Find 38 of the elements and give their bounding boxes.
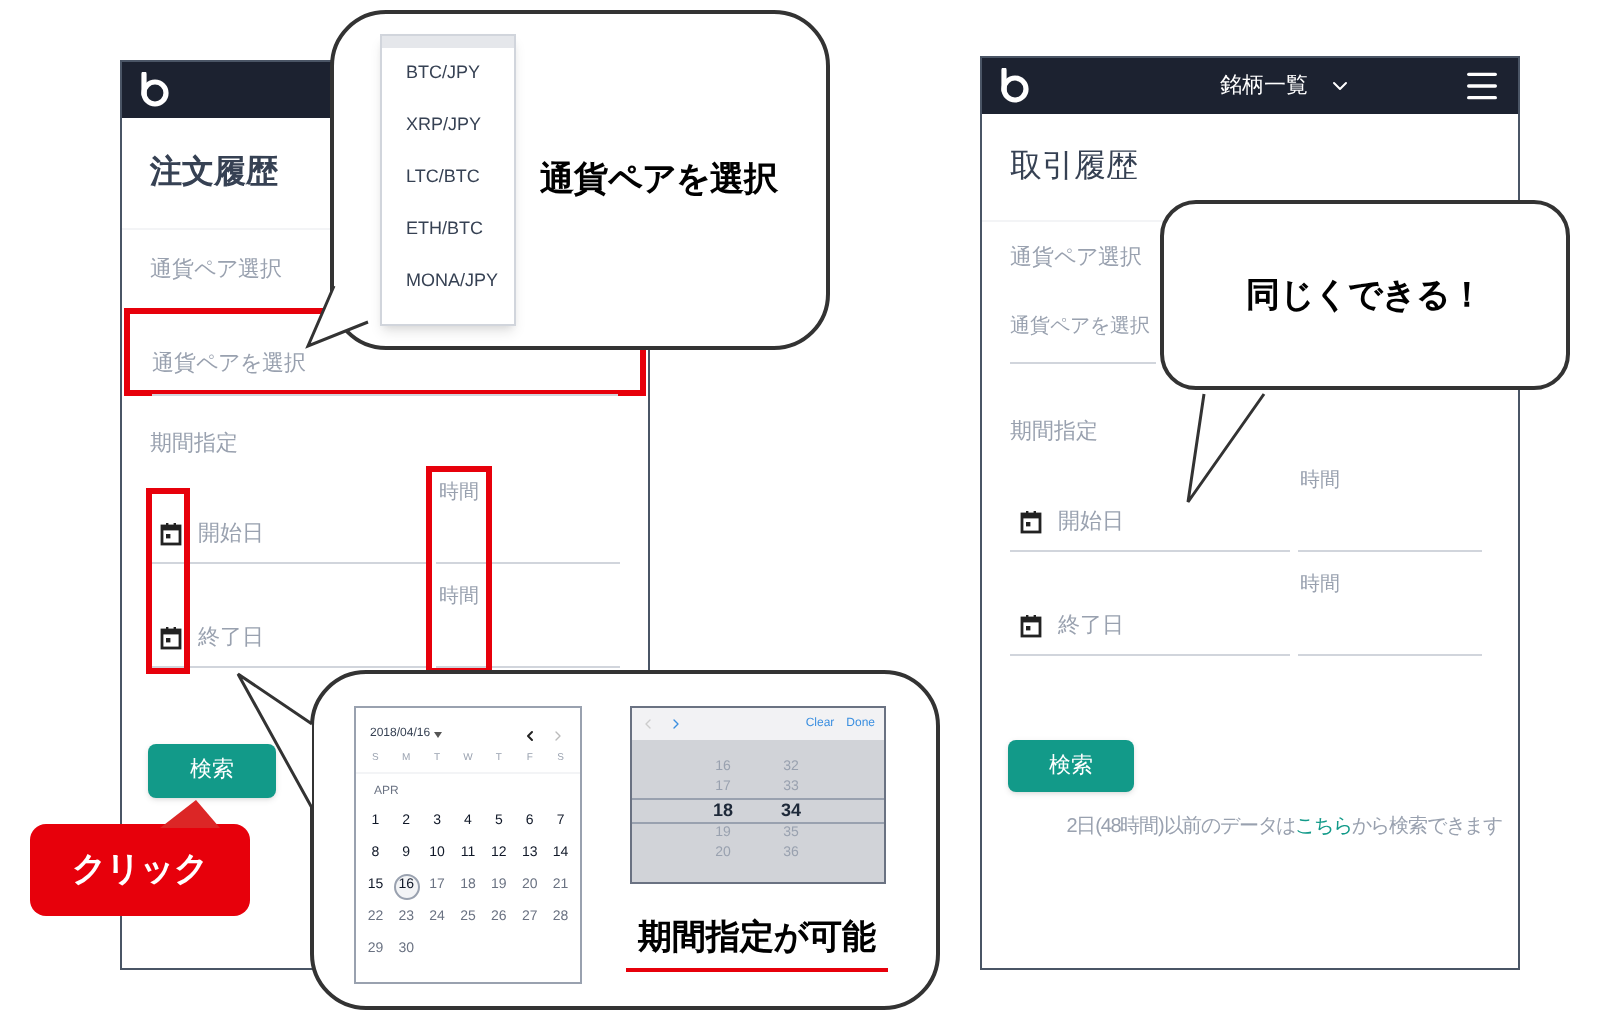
chevron-left-icon[interactable]: [522, 727, 538, 743]
page-title: 取引履歴: [1010, 147, 1138, 187]
select-placeholder: 通貨ペアを選択: [152, 351, 306, 375]
dropdown-option[interactable]: BTC/JPY: [382, 48, 514, 100]
dropdown-option[interactable]: ETH/BTC: [382, 204, 514, 256]
field-label: 期間指定: [150, 429, 238, 459]
field-label: 通貨ペア選択: [150, 255, 282, 286]
date-placeholder: 終了日: [198, 623, 264, 653]
note-text: 2日(48時間)以前のデータはこちらから検索できます: [1066, 813, 1502, 842]
time-label: 時間: [1300, 576, 1342, 596]
dropdown-option[interactable]: LTC/BTC: [382, 152, 514, 204]
calendar-icon: [160, 521, 182, 546]
time-label: 時間: [1300, 472, 1342, 492]
callout-caption: 同じくできる！: [1246, 273, 1484, 318]
logo-icon: [998, 68, 1030, 104]
field-label: 期間指定: [1010, 417, 1098, 447]
date-placeholder: 開始日: [198, 519, 264, 549]
date-placeholder: 開始日: [1058, 507, 1124, 537]
select-label: 通貨ペアを選択: [1010, 315, 1150, 337]
dropdown-option[interactable]: XRP/JPY: [382, 100, 514, 152]
field-label: 通貨ペア選択: [1010, 243, 1142, 274]
time-label: 時間: [438, 484, 481, 504]
market-dropdown[interactable]: 銘柄一覧: [1220, 69, 1352, 103]
badge-tail: [160, 800, 224, 828]
dropdown-option[interactable]: MONA/JPY: [382, 256, 514, 308]
time-label: 時間: [438, 588, 481, 608]
logo-icon: [138, 72, 170, 108]
picker-row[interactable]: 18 34: [631, 798, 883, 824]
calendar-icon: [1020, 509, 1042, 534]
page-title: 注文履歴: [150, 152, 278, 193]
caret-icon: [434, 732, 443, 738]
calendar-icon: [160, 625, 182, 650]
callout-caption: 通貨ペアを選択: [540, 158, 778, 203]
date-placeholder: 終了日: [1058, 611, 1124, 641]
callout-caption: 期間指定が可能: [626, 912, 888, 971]
calendar-icon: [1020, 613, 1042, 638]
click-badge: クリック: [30, 824, 250, 916]
chevron-right-icon[interactable]: [550, 727, 566, 743]
